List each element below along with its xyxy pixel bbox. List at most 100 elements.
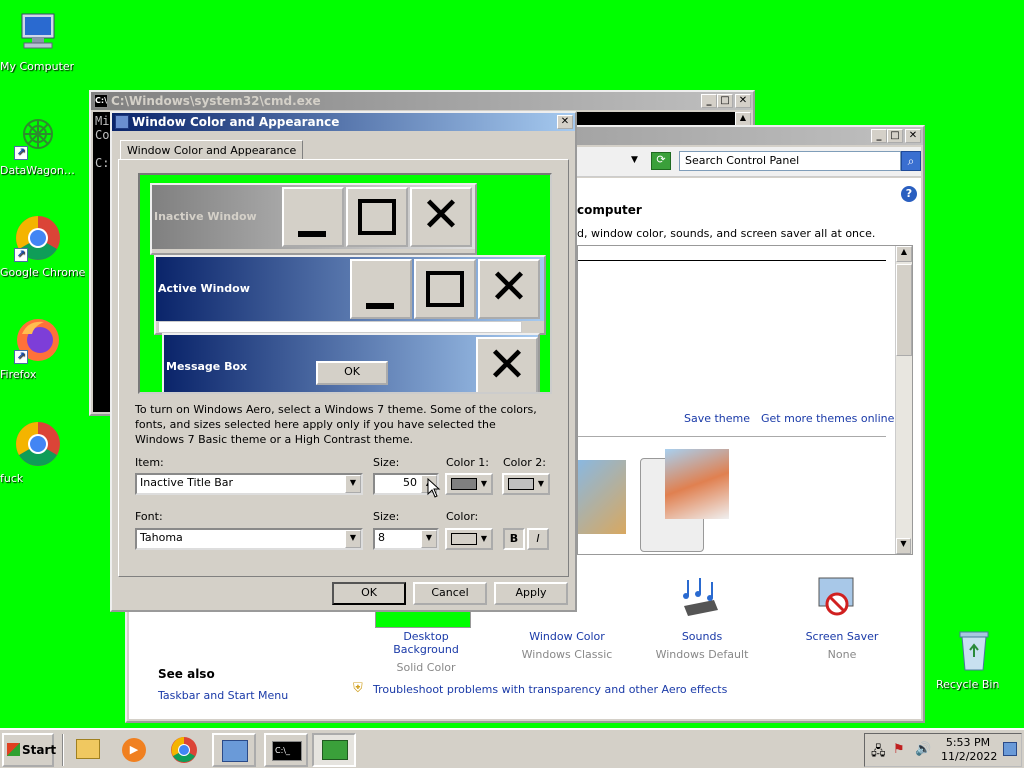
chrome-icon <box>14 420 62 468</box>
screen-saver-item[interactable]: Screen Saver None <box>787 630 897 661</box>
explorer-quicklaunch[interactable] <box>66 733 110 767</box>
desktop-icon-my-computer[interactable]: My Computer <box>0 8 76 73</box>
theme-thumbnail[interactable] <box>578 460 626 534</box>
display-properties-task[interactable] <box>312 733 356 767</box>
window-color-label[interactable]: Window Color <box>512 630 622 643</box>
desktop-background-item[interactable]: Desktop Background Solid Color <box>371 630 481 674</box>
color1-label: Color 1: <box>446 456 489 469</box>
item-select[interactable]: Inactive Title Bar ▼ <box>135 473 363 495</box>
get-more-themes-link[interactable]: Get more themes online <box>761 412 894 425</box>
shortcut-arrow-icon: ↗ <box>14 146 28 160</box>
theme-thumbnail-selected[interactable] <box>640 449 729 552</box>
dialog-titlebar[interactable]: Window Color and Appearance ✕ <box>112 113 575 131</box>
chevron-down-icon[interactable]: ▼ <box>345 530 361 548</box>
chevron-down-icon[interactable]: ▼ <box>345 475 361 493</box>
desktop-icon-datawagon[interactable]: ↗ DataWagon… <box>0 112 76 177</box>
troubleshoot-link[interactable]: Troubleshoot problems with transparency … <box>373 683 727 696</box>
preview-inactive-window[interactable]: Inactive Window ✕ <box>150 183 477 255</box>
font-select[interactable]: Tahoma ▼ <box>135 528 363 550</box>
tab-window-color-appearance[interactable]: Window Color and Appearance <box>120 140 304 160</box>
font-color-picker[interactable]: ▼ <box>445 528 493 550</box>
preview-message-box[interactable]: Message Box OK ✕ <box>162 333 540 392</box>
shortcut-arrow-icon: ↗ <box>14 350 28 364</box>
item-label: Item: <box>135 456 164 469</box>
sounds-icon[interactable] <box>674 576 724 624</box>
see-also-heading: See also <box>158 667 215 681</box>
media-player-quicklaunch[interactable]: ▶ <box>112 733 156 767</box>
cancel-button[interactable]: Cancel <box>413 582 487 605</box>
desktop-icon-label: My Computer <box>0 60 75 73</box>
address-dropdown-icon[interactable]: ▼ <box>631 155 638 165</box>
taskbar-start-menu-link[interactable]: Taskbar and Start Menu <box>158 689 288 702</box>
refresh-icon[interactable]: ⟳ <box>651 152 671 170</box>
preview-window-text <box>158 321 522 333</box>
close-button[interactable]: ✕ <box>905 129 921 143</box>
desktop-icon-recycle-bin[interactable]: Recycle Bin <box>936 626 1012 691</box>
clock[interactable]: 5:53 PM 11/2/2022 <box>941 736 998 764</box>
recycle-bin-icon <box>950 626 998 674</box>
font-color-swatch <box>451 533 477 545</box>
chrome-icon: ↗ <box>14 214 62 262</box>
appearance-preview[interactable]: Inactive Window ✕ Active Window ✕ Messag… <box>138 173 552 394</box>
screen-saver-icon[interactable] <box>815 576 859 622</box>
windows-logo-icon <box>7 743 20 756</box>
desktop-icon-firefox[interactable]: ↗ Firefox <box>0 316 76 381</box>
search-input[interactable]: Search Control Panel <box>679 151 901 171</box>
desktop-icon-google-chrome[interactable]: ↗ Google Chrome <box>0 214 85 279</box>
maximize-button[interactable]: □ <box>887 129 903 143</box>
themes-scrollbar[interactable]: ▲ ▼ <box>895 246 912 554</box>
chevron-down-icon: ▼ <box>537 479 544 488</box>
start-button[interactable]: Start <box>2 733 56 767</box>
font-size-select[interactable]: 8 ▼ <box>373 528 439 550</box>
dialog-title: Window Color and Appearance <box>132 115 340 129</box>
minimize-button[interactable]: _ <box>871 129 887 143</box>
color2-picker[interactable]: ▼ <box>502 473 550 495</box>
help-icon[interactable]: ? <box>901 186 917 202</box>
preview-ok-button[interactable]: OK <box>316 361 388 385</box>
ok-button[interactable]: OK <box>332 582 406 605</box>
cmd-titlebar[interactable]: C:\ C:\Windows\system32\cmd.exe _ □ ✕ <box>91 92 753 110</box>
window-color-appearance-dialog[interactable]: Window Color and Appearance ✕ Window Col… <box>110 111 577 612</box>
clock-date: 11/2/2022 <box>941 750 998 763</box>
volume-icon[interactable]: 🔊 <box>915 742 931 757</box>
bold-toggle[interactable]: B <box>503 528 525 550</box>
preview-active-window[interactable]: Active Window ✕ <box>154 255 546 335</box>
font-select-value: Tahoma <box>140 531 183 544</box>
shield-icon: ⛨ <box>353 681 363 696</box>
search-icon[interactable]: ⌕ <box>901 151 921 171</box>
color1-picker[interactable]: ▼ <box>445 473 493 495</box>
preview-close-icon: ✕ <box>410 187 472 247</box>
desktop-icon-label: DataWagon… <box>0 164 75 177</box>
chrome-quicklaunch[interactable] <box>162 733 206 767</box>
divider <box>578 436 886 437</box>
show-desktop-icon[interactable] <box>1003 742 1017 756</box>
chevron-down-icon[interactable]: ▼ <box>421 530 437 548</box>
font-size-label: Size: <box>373 510 400 523</box>
cmd-task[interactable]: C:\_ <box>264 733 308 767</box>
color2-label: Color 2: <box>503 456 546 469</box>
cmd-title: C:\Windows\system32\cmd.exe <box>111 94 321 108</box>
minimize-button[interactable]: _ <box>701 94 717 108</box>
desktop-icon-fuck[interactable]: fuck <box>0 420 76 485</box>
sounds-label[interactable]: Sounds <box>647 630 757 643</box>
action-center-icon[interactable]: ⚑ <box>893 742 905 757</box>
size-value: 50 <box>403 476 417 489</box>
taskbar-separator <box>62 734 64 766</box>
screen-saver-label[interactable]: Screen Saver <box>787 630 897 643</box>
themes-list[interactable]: Save theme Get more themes online ▲ ▼ <box>577 245 913 555</box>
control-panel-task[interactable] <box>212 733 256 767</box>
close-button[interactable]: ✕ <box>735 94 751 108</box>
sounds-item[interactable]: Sounds Windows Default <box>647 630 757 661</box>
maximize-button[interactable]: □ <box>717 94 733 108</box>
window-color-item[interactable]: Window Color Windows Classic <box>512 630 622 661</box>
folder-icon <box>76 739 100 759</box>
save-theme-link[interactable]: Save theme <box>684 412 750 425</box>
divider <box>578 260 886 261</box>
desktop-background-label[interactable]: Desktop Background <box>371 630 481 656</box>
close-button[interactable]: ✕ <box>557 115 573 129</box>
my-computer-icon <box>14 8 62 56</box>
apply-button[interactable]: Apply <box>494 582 568 605</box>
shortcut-arrow-icon: ↗ <box>14 248 28 262</box>
italic-toggle[interactable]: I <box>527 528 549 550</box>
network-icon[interactable]: 🖧 <box>871 742 886 764</box>
